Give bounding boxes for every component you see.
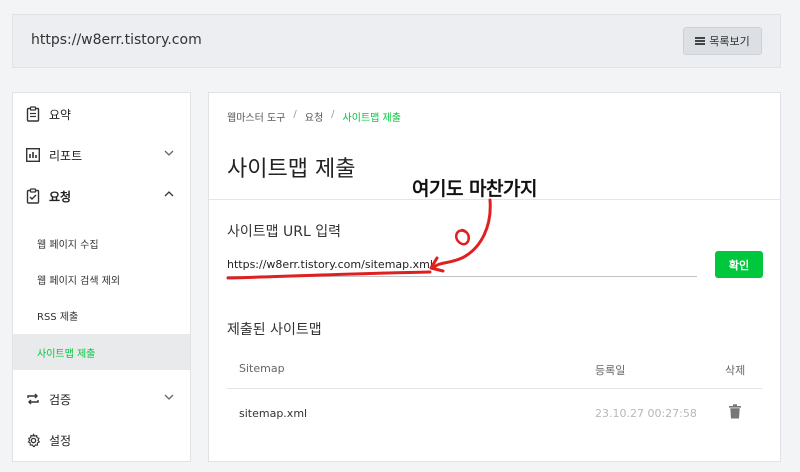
breadcrumb-separator: / bbox=[293, 109, 297, 120]
confirm-button[interactable]: 확인 bbox=[715, 251, 763, 278]
clipboard-check-icon bbox=[25, 188, 41, 204]
column-header-sitemap: Sitemap bbox=[239, 362, 285, 375]
sidebar-subitem-label: 웹 페이지 수집 bbox=[37, 239, 99, 251]
chevron-down-icon bbox=[164, 394, 174, 400]
repeat-icon bbox=[25, 391, 41, 407]
sidebar-item-summary[interactable]: 요약 bbox=[13, 96, 190, 132]
sidebar-item-report[interactable]: 리포트 bbox=[13, 137, 190, 173]
chevron-up-icon bbox=[164, 191, 174, 197]
sitemap-url-section-title: 사이트맵 URL 입력 bbox=[227, 224, 341, 240]
sidebar-subitem-page-exclude[interactable]: 웹 페이지 검색 제외 bbox=[13, 261, 190, 297]
annotation-text: 여기도 마찬가지 bbox=[412, 178, 537, 200]
clipboard-icon bbox=[25, 106, 41, 122]
gear-icon bbox=[25, 432, 41, 448]
breadcrumb-separator: / bbox=[331, 109, 335, 120]
main-panel: 웹마스터 도구 / 요청 / 사이트맵 제출 사이트맵 제출 사이트맵 URL … bbox=[208, 92, 781, 462]
sidebar-item-label: 리포트 bbox=[49, 148, 83, 163]
sidebar-subitem-label: RSS 제출 bbox=[37, 311, 79, 323]
breadcrumb-item[interactable]: 웹마스터 도구 bbox=[227, 109, 285, 124]
column-header-date: 등록일 bbox=[595, 364, 626, 377]
sidebar-subitem-page-crawl[interactable]: 웹 페이지 수집 bbox=[13, 225, 190, 261]
trash-icon[interactable] bbox=[729, 404, 741, 422]
sidebar-item-verify[interactable]: 검증 bbox=[13, 381, 190, 417]
sidebar-subitem-label: 사이트맵 제출 bbox=[37, 348, 96, 360]
list-view-label: 목록보기 bbox=[709, 35, 750, 48]
column-header-delete: 삭제 bbox=[725, 364, 746, 377]
sitemap-url-input[interactable] bbox=[227, 253, 697, 277]
sidebar-item-label: 요청 bbox=[49, 189, 72, 204]
breadcrumb-current: 사이트맵 제출 bbox=[342, 113, 401, 124]
chevron-down-icon bbox=[164, 150, 174, 156]
table-header: Sitemap 등록일 삭제 bbox=[227, 349, 762, 389]
site-url: https://w8err.tistory.com bbox=[31, 32, 202, 48]
sidebar-subitem-rss[interactable]: RSS 제출 bbox=[13, 297, 190, 333]
sidebar-item-label: 요약 bbox=[49, 107, 72, 122]
list-icon bbox=[695, 37, 706, 45]
sidebar-item-label: 설정 bbox=[49, 433, 72, 448]
sidebar: 요약 리포트 요청 웹 페이지 수집 웹 페이지 검색 제외 RSS 제출 사이… bbox=[12, 92, 191, 462]
sitemap-name[interactable]: sitemap.xml bbox=[239, 407, 307, 420]
table-row: sitemap.xml 23.10.27 00:27:58 bbox=[227, 389, 762, 437]
bar-chart-icon bbox=[25, 147, 41, 163]
sidebar-subitem-sitemap[interactable]: 사이트맵 제출 bbox=[13, 334, 190, 370]
sidebar-item-settings[interactable]: 설정 bbox=[13, 422, 190, 458]
sidebar-subitem-label: 웹 페이지 검색 제외 bbox=[37, 275, 121, 287]
submitted-sitemaps-title: 제출된 사이트맵 bbox=[227, 322, 322, 338]
sidebar-item-request[interactable]: 요청 bbox=[13, 178, 190, 214]
sidebar-item-label: 검증 bbox=[49, 392, 72, 407]
breadcrumb: 웹마스터 도구 / 요청 / 사이트맵 제출 bbox=[227, 109, 401, 124]
breadcrumb-item[interactable]: 요청 bbox=[305, 109, 323, 124]
site-header: https://w8err.tistory.com 목록보기 bbox=[12, 14, 781, 68]
list-view-button[interactable]: 목록보기 bbox=[683, 27, 762, 55]
registered-date: 23.10.27 00:27:58 bbox=[595, 407, 697, 420]
page-title: 사이트맵 제출 bbox=[227, 157, 356, 182]
